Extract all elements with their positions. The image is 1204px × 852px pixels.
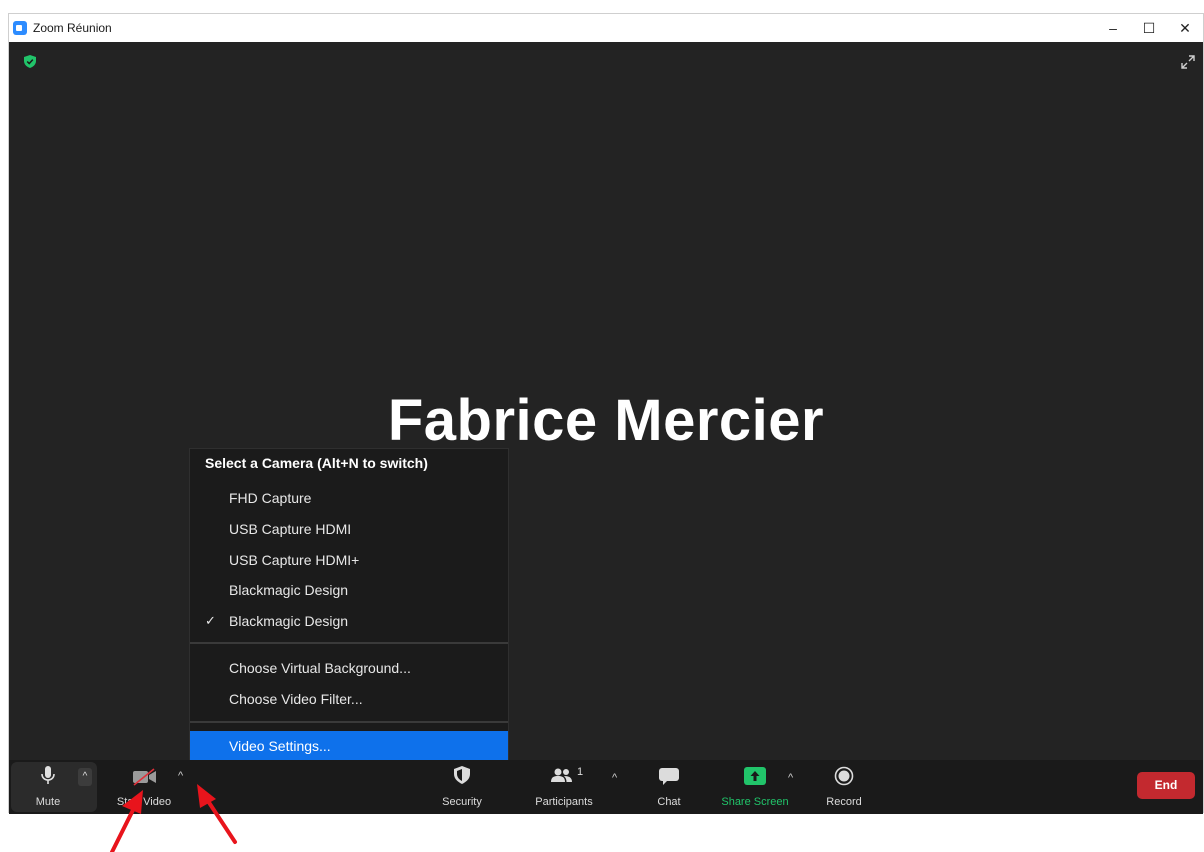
mute-label: Mute [35,796,61,808]
menu-item-camera[interactable]: Blackmagic Design [190,575,508,605]
audio-options-caret[interactable]: ^ [78,768,92,786]
participants-options-caret[interactable]: ^ [612,772,617,784]
microphone-icon [41,766,55,784]
share-screen-icon [744,767,766,785]
share-screen-label: Share Screen [721,796,789,808]
share-screen-button[interactable]: Share Screen [715,760,795,814]
mute-button[interactable]: Mute [23,760,73,814]
menu-item-camera[interactable]: USB Capture HDMI+ [190,545,508,575]
share-options-caret[interactable]: ^ [788,772,793,784]
video-stage: Fabrice Mercier Select a Camera (Alt+N t… [9,42,1203,760]
record-label: Record [826,796,862,808]
menu-item-label: Choose Virtual Background... [229,660,411,676]
participant-name: Fabrice Mercier [387,388,825,453]
menu-item-label: Blackmagic Design [229,613,349,629]
security-label: Security [442,796,482,808]
end-meeting-button[interactable]: End [1137,772,1195,799]
video-off-icon [133,768,156,786]
zoom-app-icon [13,21,27,35]
camera-select-menu: Select a Camera (Alt+N to switch) FHD Ca… [189,448,509,760]
title-bar: Zoom Réunion – ☐ ✕ [9,14,1203,42]
maximize-button[interactable]: ☐ [1131,14,1167,42]
meeting-toolbar: Mute ^ Start Video ^ Security 1 Particip… [9,760,1203,814]
chat-label: Chat [657,796,681,808]
record-button[interactable]: Record [819,760,869,814]
menu-item-label: USB Capture HDMI+ [229,552,360,568]
participants-button[interactable]: 1 Participants [529,760,599,814]
menu-header: Select a Camera (Alt+N to switch) [205,455,428,471]
menu-separator [190,721,508,723]
menu-separator [190,642,508,644]
close-button[interactable]: ✕ [1167,14,1203,42]
menu-item-label: FHD Capture [229,490,312,506]
participants-count: 1 [577,766,584,778]
chat-icon [659,768,679,785]
menu-item-camera[interactable]: FHD Capture [190,483,508,513]
zoom-window: Zoom Réunion – ☐ ✕ Fabrice Mercier Selec… [8,13,1204,814]
shield-icon [454,766,470,784]
menu-item-camera-selected[interactable]: ✓ Blackmagic Design [190,606,508,636]
menu-item-video-settings[interactable]: Video Settings... [190,731,508,760]
record-icon [834,766,854,786]
minimize-button[interactable]: – [1095,14,1131,42]
participants-label: Participants [535,796,593,808]
participants-icon [551,768,572,782]
checkmark-icon: ✓ [205,613,216,628]
security-button[interactable]: Security [432,760,492,814]
window-title: Zoom Réunion [33,21,112,35]
menu-item-label: Blackmagic Design [229,582,349,598]
video-options-caret[interactable]: ^ [178,770,183,782]
menu-item-label: Choose Video Filter... [229,691,363,707]
shield-check-icon[interactable] [24,55,36,68]
menu-item-label: USB Capture HDMI [229,521,352,537]
start-video-button[interactable]: Start Video [99,760,189,814]
start-video-label: Start Video [116,796,172,808]
expand-icon[interactable] [1181,55,1195,69]
menu-item-virtual-background[interactable]: Choose Virtual Background... [190,653,508,683]
menu-item-label: Video Settings... [229,738,331,754]
menu-item-video-filter[interactable]: Choose Video Filter... [190,684,508,714]
chat-button[interactable]: Chat [649,760,689,814]
menu-item-camera[interactable]: USB Capture HDMI [190,514,508,544]
